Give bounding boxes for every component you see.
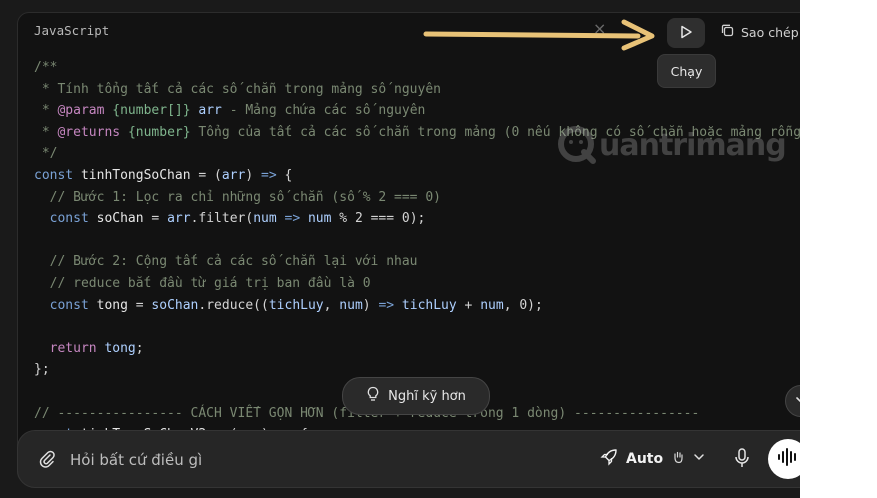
code-token: => <box>284 211 301 227</box>
code-token: , 0); <box>503 297 543 313</box>
code-token: { <box>276 167 293 183</box>
code-token: .filter( <box>190 211 254 227</box>
code-line: return tong; <box>34 338 800 360</box>
mode-label: Auto <box>626 451 664 467</box>
chat-panel: JavaScript × Sao chép Chạy /** * Tính tổ… <box>0 0 800 498</box>
prompt-input[interactable] <box>68 445 492 475</box>
annotation-arrow <box>423 19 655 51</box>
chevron-down-icon <box>794 392 800 411</box>
code-line: * Tính tổng tất cả các số chẵn trong mản… <box>34 79 800 101</box>
code-token: * Tính tổng tất cả các số chẵn trong mản… <box>34 81 441 97</box>
code-token: const <box>49 211 89 227</box>
code-token: = <box>143 211 168 227</box>
code-line: // Bước 1: Lọc ra chỉ những số chẵn (số … <box>34 187 800 209</box>
code-token: num <box>339 297 363 313</box>
code-token: // Bước 1: Lọc ra chỉ những số chẵn (số … <box>34 189 441 205</box>
code-token: @returns <box>57 124 121 140</box>
code-token: - Mảng chứa các số nguyên <box>221 103 426 119</box>
voice-mode-button[interactable] <box>768 439 800 479</box>
message-composer: Auto <box>17 430 800 488</box>
waveform-icon <box>777 447 799 471</box>
code-line: const tong = soChan.reduce((tichLuy, num… <box>34 295 800 317</box>
code-token: const <box>49 297 89 313</box>
code-token: num <box>253 211 277 227</box>
code-token: soChan <box>151 297 199 313</box>
code-token: => <box>261 167 277 183</box>
paperclip-icon[interactable] <box>38 449 56 473</box>
code-token: tichLuy <box>401 297 457 313</box>
code-line: // reduce bắt đầu từ giá trị ban đầu là … <box>34 273 800 295</box>
code-token: soChan <box>96 211 144 227</box>
code-token: // Bước 2: Cộng tất cả các số chẵn lại v… <box>34 254 418 270</box>
lightbulb-icon <box>366 386 380 406</box>
copy-icon <box>720 23 735 41</box>
rocket-icon <box>600 448 618 470</box>
code-token: Tổng của tất cả các số chẵn trong mảng (… <box>190 124 800 140</box>
code-token: {number} <box>127 124 191 140</box>
code-token: ) <box>245 167 261 183</box>
chevron-down-icon <box>693 451 705 467</box>
code-language-label: JavaScript <box>34 23 110 38</box>
code-token: => <box>378 297 395 313</box>
code-token: */ <box>34 146 58 162</box>
copy-code-button[interactable]: Sao chép <box>720 22 799 42</box>
code-token: const <box>34 167 74 183</box>
code-token: arr <box>198 103 222 119</box>
hand-icon <box>671 450 685 468</box>
code-token: tong <box>96 297 128 313</box>
code-token: return <box>49 340 97 356</box>
code-token: @param <box>57 103 105 119</box>
code-line: /** <box>34 57 800 79</box>
code-line: const tinhTongSoChan = (arr) => { <box>34 165 800 187</box>
run-code-button[interactable] <box>667 18 705 48</box>
code-line: * @returns {number} Tổng của tất cả các … <box>34 122 800 144</box>
code-token: = <box>127 297 152 313</box>
mode-selector[interactable]: Auto <box>600 447 705 471</box>
code-line: // Bước 2: Cộng tất cả các số chẵn lại v… <box>34 251 800 273</box>
code-line: const soChan = arr.filter(num => num % 2… <box>34 208 800 230</box>
code-token: tichLuy <box>268 297 324 313</box>
code-token: * <box>34 103 58 119</box>
code-token: .reduce(( <box>198 297 269 313</box>
think-harder-label: Nghĩ kỹ hơn <box>388 388 466 404</box>
code-token: tinhTongSoChan <box>80 167 191 183</box>
code-token: }; <box>34 362 50 378</box>
play-icon <box>679 24 693 43</box>
code-token: tong <box>104 340 136 356</box>
code-token: ; <box>135 340 144 356</box>
code-token: * <box>34 124 58 140</box>
code-token: {number[]} <box>112 103 191 119</box>
code-token: ) <box>362 297 379 313</box>
code-token: % 2 === 0); <box>331 211 426 227</box>
copy-label: Sao chép <box>741 24 799 40</box>
code-token: num <box>307 211 332 227</box>
code-token: + <box>456 297 481 313</box>
code-token: = ( <box>190 167 222 183</box>
think-harder-button[interactable]: Nghĩ kỹ hơn <box>342 377 490 415</box>
code-token: , <box>323 297 340 313</box>
code-line: * @param {number[]} arr - Mảng chứa các … <box>34 100 800 122</box>
code-token: // reduce bắt đầu từ giá trị ban đầu là … <box>34 275 371 291</box>
code-token: arr <box>167 211 191 227</box>
code-token: /** <box>34 60 58 75</box>
code-token: num <box>480 297 504 313</box>
code-token: arr <box>221 167 246 183</box>
microphone-icon[interactable] <box>732 447 752 473</box>
code-line: */ <box>34 143 800 165</box>
